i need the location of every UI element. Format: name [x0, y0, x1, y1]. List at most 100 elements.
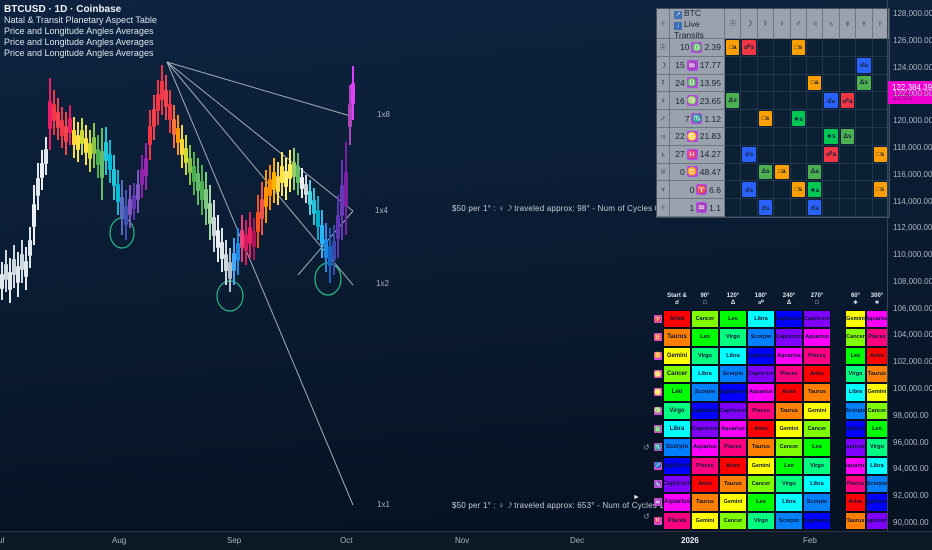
angle-sign-cell: Leo: [775, 456, 803, 475]
header-angle-col: 300° ∗: [870, 293, 884, 306]
legend-item[interactable]: Natal & Transit Planetary Aspect Table: [4, 15, 157, 26]
row-sign-icon[interactable]: ♐: [654, 461, 662, 470]
angle-sign-cell: Scorpio: [866, 474, 888, 494]
aspect-grid-cell: [839, 39, 857, 57]
row-planet-glyph: ♆: [657, 181, 670, 200]
row-sign-icon[interactable]: ♑: [654, 480, 662, 489]
row-planet-glyph: ♂: [657, 110, 670, 128]
candle-body: [144, 157, 148, 176]
row-sign-icon[interactable]: ♉: [654, 333, 662, 342]
row-planet-glyph: ☉: [657, 39, 670, 57]
legend-item[interactable]: Price and Longitude Angles Averages: [4, 37, 157, 48]
aspect-marker: ☍a: [824, 146, 838, 162]
angle-sign-cell: Sagittarius: [719, 383, 747, 402]
time-axis[interactable]: Jul Aug Sep Oct Nov Dec 2026 Feb: [0, 531, 932, 550]
aspect-grid-cell: [807, 56, 824, 75]
legend-item[interactable]: Price and Longitude Angles Averages: [4, 48, 157, 59]
aspect-grid-cell: [774, 74, 791, 93]
move-table-icon[interactable]: ↗: [674, 10, 682, 19]
legend-item[interactable]: Price and Longitude Angles Averages: [4, 26, 157, 37]
price-tick-label: 110,000.00: [893, 250, 932, 260]
aspect-marker: □s: [758, 111, 773, 126]
angle-sign-cell: Leo: [691, 328, 719, 347]
column-planet-glyph: ☽: [741, 9, 758, 39]
aspect-grid-cell: [725, 181, 742, 200]
aspect-grid-cell: [741, 74, 758, 93]
angle-sign-cell: Gemini: [747, 456, 775, 475]
row-sign-icon[interactable]: ♋: [654, 370, 662, 379]
angle-sign-cell: Sagittarius: [747, 346, 775, 365]
angle-sign-cell: Aries: [747, 419, 775, 439]
angle-sign-cell: Sagittarius: [803, 511, 831, 530]
aspect-grid-cell: [856, 199, 873, 217]
row-planet-glyph: ♄: [657, 145, 670, 164]
fan-ratio-label: 1x2: [376, 279, 389, 288]
angle-sign-cell: Sagittarius: [866, 493, 888, 512]
angle-sign-cell: Aquarius: [775, 346, 803, 365]
aspect-grid-cell: Δs: [856, 74, 873, 93]
row-sign-icon[interactable]: ♈: [654, 315, 662, 324]
aspect-grid-cell: [839, 145, 857, 164]
aspect-grid-cell: [757, 145, 775, 164]
aspect-marker: ∗a: [808, 182, 822, 198]
aspect-grid-cell: [774, 145, 791, 164]
row-sign-icon[interactable]: ♎: [654, 425, 662, 434]
angle-sign-cell: Libra: [719, 346, 747, 365]
aspect-grid-cell: [725, 128, 742, 146]
angle-sign-cell: Virgo: [691, 346, 719, 365]
row-sign-icon[interactable]: ♊: [654, 351, 662, 360]
gann-fan-line[interactable]: [166, 61, 355, 118]
aspect-grid-cell: [757, 56, 775, 75]
angle-sign-cell: Virgo: [747, 511, 775, 530]
angle-sign-cell: Sagittarius: [775, 310, 803, 329]
aspect-grid-cell: [774, 181, 791, 200]
refresh-row-icon[interactable]: ↺: [643, 512, 650, 521]
aspect-grid-cell: [757, 181, 775, 200]
angle-sign-cell: Taurus: [691, 493, 719, 512]
angle-sign-cell: Libra: [691, 364, 719, 384]
angle-sign-cell: Capricorn: [775, 328, 803, 347]
collapse-table-icon[interactable]: ↓: [674, 21, 682, 30]
aspect-grid-cell: [823, 39, 840, 57]
aspect-grid-cell: [790, 163, 807, 182]
row-sign-icon[interactable]: ♏: [654, 443, 662, 452]
play-marker-icon[interactable]: ►: [633, 494, 640, 501]
aspect-grid-cell: [757, 39, 775, 57]
angle-sign-cell: Aquarius: [803, 328, 831, 347]
aspect-marker: □a: [726, 40, 740, 55]
angle-sign-cell: Aries: [803, 364, 831, 384]
refresh-row-icon[interactable]: ↺: [643, 443, 650, 452]
angle-sign-cell: Virgo: [775, 474, 803, 494]
angle-sign-cell: Scorpio: [719, 364, 747, 384]
table-title-cell[interactable]: ↗ BTC ↓ Live Transits: [670, 8, 725, 40]
row-start-sign: Pisces: [663, 511, 691, 530]
angle-sign-cell: Aries: [845, 493, 866, 512]
angle-sign-cell: Taurus: [719, 474, 747, 494]
price-axis[interactable]: 122,384.39 12:00 128,000.00 126,000.00 124…: [887, 0, 932, 531]
aspect-grid-cell: [807, 92, 824, 111]
candle-body: [344, 171, 348, 207]
aspect-grid-cell: □s: [790, 181, 807, 200]
angle-sign-cell: Pisces: [803, 346, 831, 365]
time-tick-month: Dec: [570, 536, 585, 545]
symbol-title[interactable]: BTCUSD · 1D · Coinbase: [4, 4, 157, 15]
row-start-sign: Taurus: [663, 328, 691, 347]
aspect-grid-cell: [839, 199, 857, 217]
row-sign-icon[interactable]: ♓: [654, 516, 662, 525]
row-sign-icon[interactable]: ♌: [654, 388, 662, 397]
venus-moon-glyphs: ♀☽: [498, 501, 512, 510]
natal-transit-aspect-table[interactable]: ♇ ↗ BTC ↓ Live Transits ☉ ☽ ☿ ♀ ♂ ♃ ♄ ♅ ♆ ♇ ☉ 10 ♎ 2.39 □a ☍…: [656, 8, 890, 218]
angle-sign-cell: Cancer: [866, 401, 888, 420]
column-planet-glyph: ♀: [774, 9, 791, 39]
price-tick-label: 122,000.00: [893, 89, 932, 99]
aspect-marker: ☌a: [808, 200, 822, 215]
angle-sign-cell: Gemini: [775, 419, 803, 439]
row-sign-icon[interactable]: ♍: [654, 406, 662, 415]
angle-sign-cell: Capricorn: [747, 364, 775, 384]
angle-sign-cell: Aries: [691, 474, 719, 494]
gann-fan-line[interactable]: [166, 61, 354, 506]
aspect-grid-cell: [823, 110, 840, 128]
row-sign-icon[interactable]: ♒: [654, 498, 662, 507]
aspect-grid-cell: [807, 110, 824, 128]
aspect-grid-cell: [856, 163, 873, 182]
